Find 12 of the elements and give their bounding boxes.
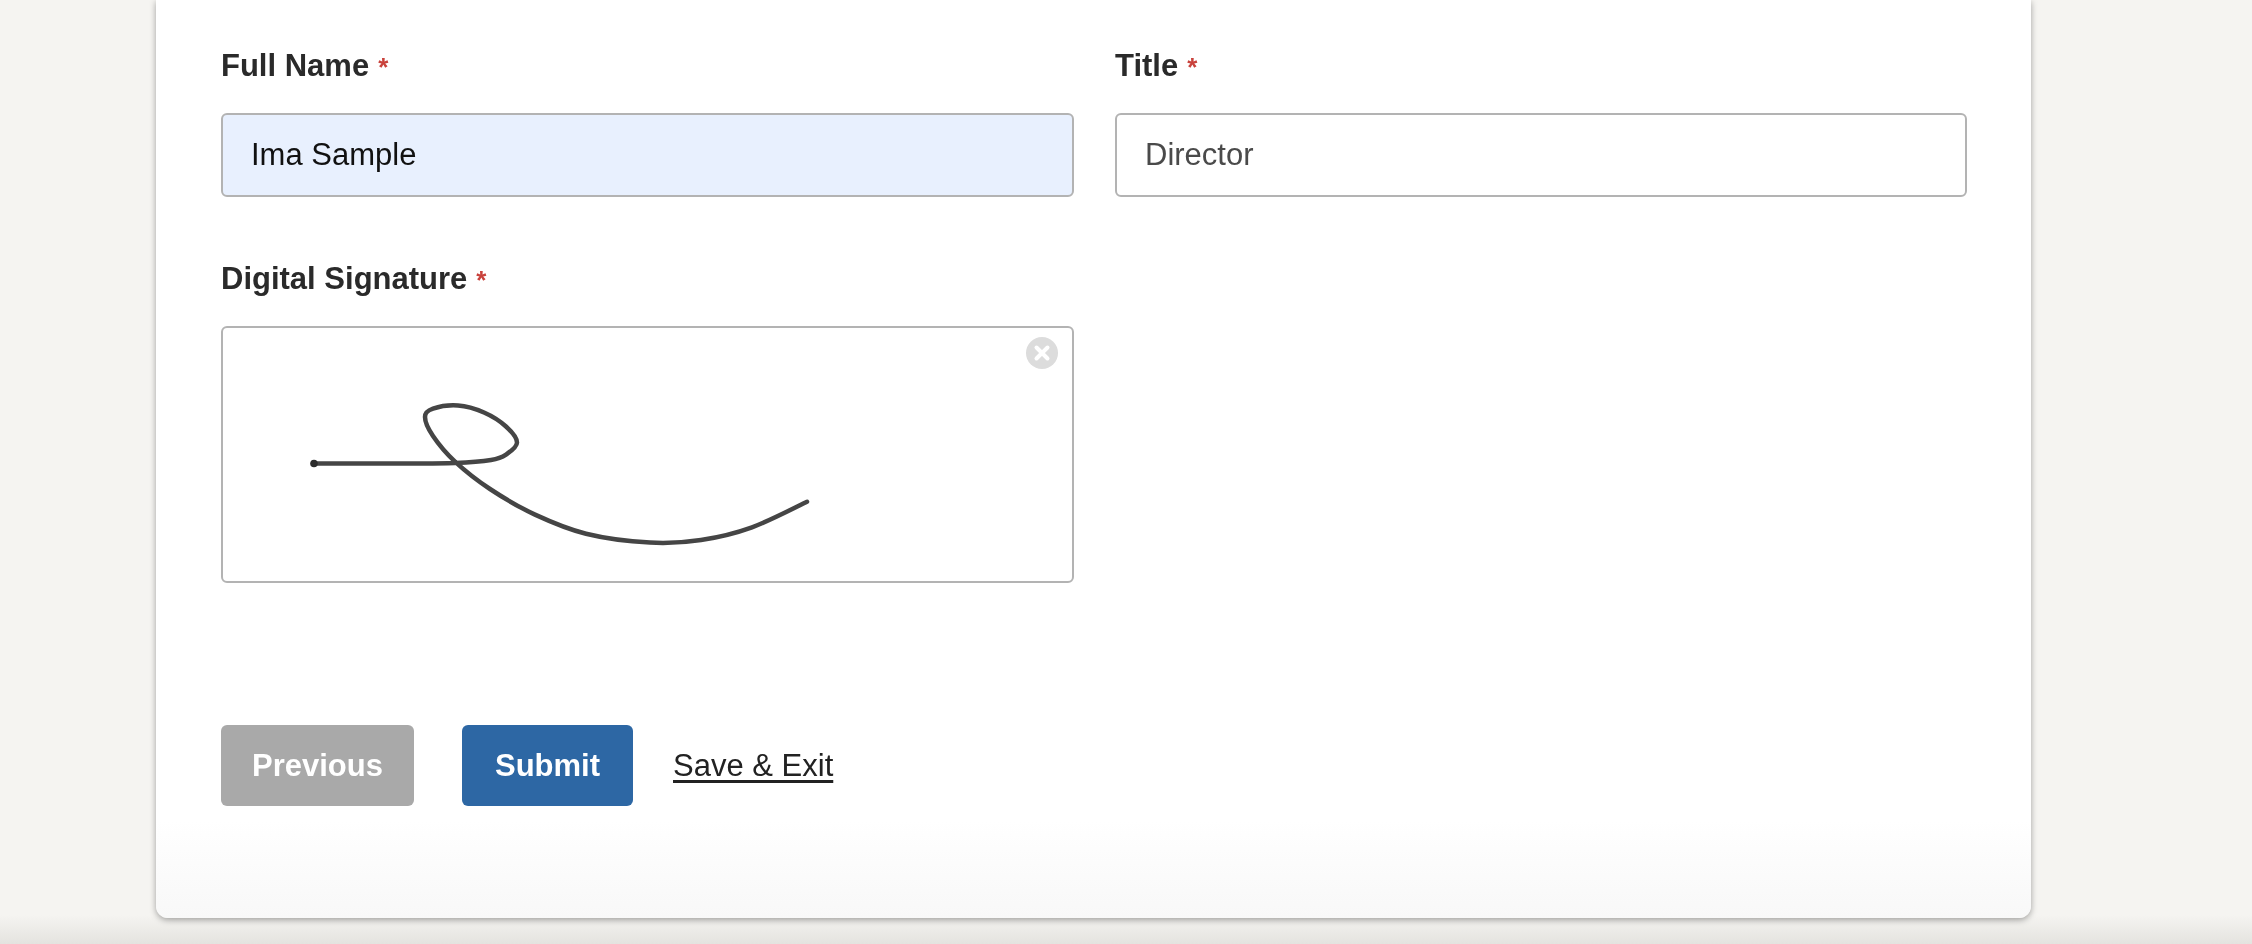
signature-pad[interactable]: [221, 326, 1074, 583]
field-label: Title: [1115, 47, 1179, 84]
required-mark: *: [476, 264, 487, 297]
save-exit-link[interactable]: Save & Exit: [673, 747, 834, 784]
text-input[interactable]: Director: [1115, 113, 1967, 197]
field-label: Digital Signature: [221, 260, 468, 297]
close-icon[interactable]: [1026, 337, 1058, 369]
required-mark: *: [1187, 51, 1198, 84]
required-mark: *: [378, 51, 389, 84]
text-input[interactable]: Ima Sample: [221, 113, 1074, 197]
submit-button[interactable]: Submit: [461, 725, 633, 806]
field-label: Full Name: [221, 47, 370, 84]
